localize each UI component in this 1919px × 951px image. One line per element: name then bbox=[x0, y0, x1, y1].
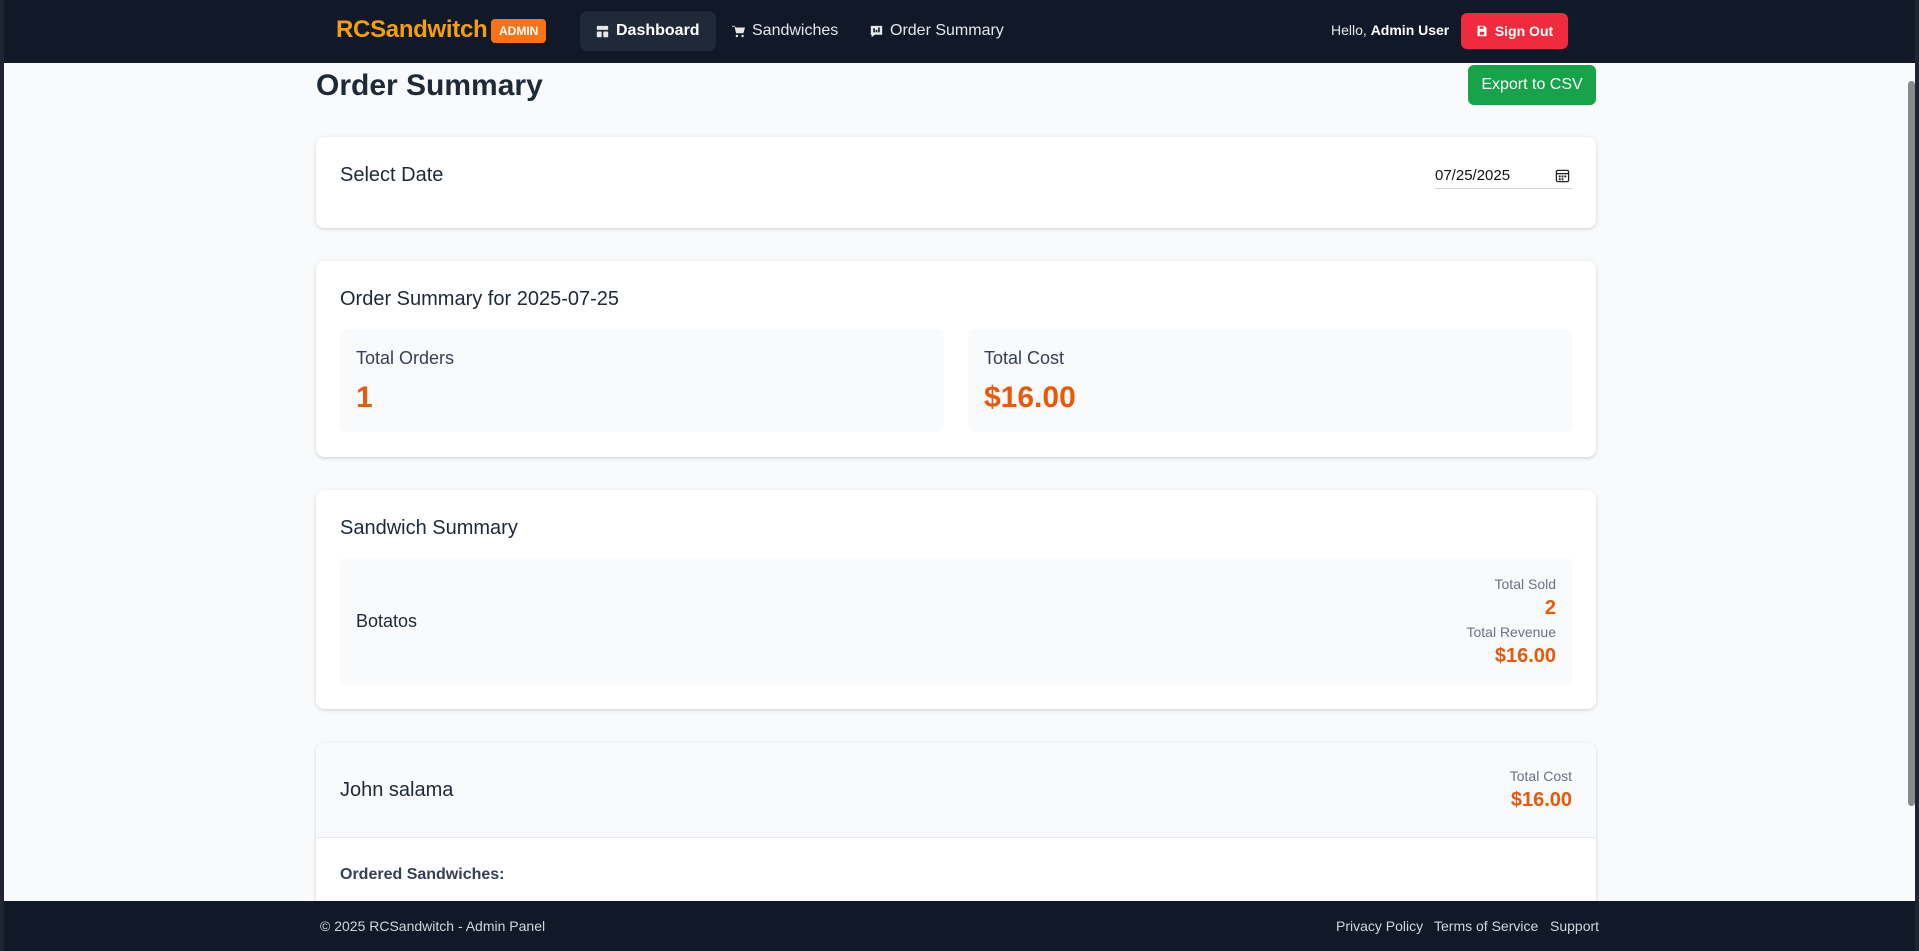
total-revenue-label: Total Revenue bbox=[1466, 624, 1556, 640]
nav-link-order-summary[interactable]: Order Summary bbox=[854, 11, 1020, 51]
date-input[interactable]: 07/25/2025 bbox=[1435, 163, 1572, 189]
window-border-right bbox=[1915, 0, 1919, 951]
total-orders-box: Total Orders 1 bbox=[340, 329, 944, 432]
total-sold-label: Total Sold bbox=[1494, 576, 1556, 592]
brand-logo-text[interactable]: RCSandwitch bbox=[336, 16, 488, 44]
date-select-card: Select Date 07/25/2025 bbox=[316, 137, 1596, 228]
total-cost-value: $16.00 bbox=[984, 381, 1076, 414]
window-border-left bbox=[0, 0, 4, 951]
page-scrollbar[interactable] bbox=[1908, 63, 1915, 901]
order-total-cost-label: Total Cost bbox=[1509, 768, 1572, 784]
total-revenue-value: $16.00 bbox=[1494, 645, 1556, 667]
nav-link-label: Dashboard bbox=[616, 22, 700, 39]
order-summary-heading: Order Summary for 2025-07-25 bbox=[340, 288, 620, 310]
date-input-value: 07/25/2025 bbox=[1435, 167, 1511, 184]
nav-link-label: Sandwiches bbox=[752, 22, 839, 39]
total-sold-value: 2 bbox=[1544, 597, 1556, 619]
nav-link-dashboard[interactable]: Dashboard bbox=[580, 11, 716, 51]
user-greeting: Hello, Admin User bbox=[1331, 22, 1449, 38]
ordered-sandwiches-label: Ordered Sandwiches: bbox=[340, 866, 505, 883]
sandwich-summary-card: Sandwich Summary Botatos Total Sold 2 To… bbox=[316, 490, 1596, 709]
footer-copyright: © 2025 RCSandwitch - Admin Panel bbox=[320, 918, 546, 934]
summary-icon bbox=[870, 25, 883, 37]
footer-link-support[interactable]: Support bbox=[1550, 918, 1599, 934]
top-navbar: RCSandwitch ADMIN Dashboard Sandwiches O… bbox=[0, 0, 1919, 63]
total-cost-label: Total Cost bbox=[984, 348, 1065, 368]
sign-out-label: Sign Out bbox=[1494, 23, 1554, 39]
greeting-prefix: Hello, bbox=[1331, 22, 1367, 38]
list-item: Botatos Total Sold 2 Total Revenue $16.0… bbox=[340, 558, 1572, 685]
total-orders-label: Total Orders bbox=[356, 348, 455, 368]
order-total-cost-value: $16.00 bbox=[1510, 789, 1572, 811]
calendar-icon[interactable] bbox=[1555, 168, 1570, 183]
scrollbar-thumb[interactable] bbox=[1908, 81, 1915, 806]
user-name: Admin User bbox=[1370, 22, 1450, 38]
footer-link-privacy[interactable]: Privacy Policy bbox=[1336, 918, 1423, 934]
export-csv-button[interactable]: Export to CSV bbox=[1468, 65, 1596, 105]
sign-out-button[interactable]: Sign Out bbox=[1461, 13, 1568, 49]
nav-link-sandwiches[interactable]: Sandwiches bbox=[716, 11, 854, 51]
dashboard-icon bbox=[596, 25, 609, 37]
customer-order-header: John salama Total Cost $16.00 bbox=[316, 743, 1596, 838]
page-title: Order Summary bbox=[316, 69, 543, 102]
date-select-title: Select Date bbox=[340, 164, 444, 186]
total-cost-box: Total Cost $16.00 bbox=[968, 329, 1572, 432]
sandwich-stats: Total Sold 2 Total Revenue $16.00 bbox=[1466, 575, 1556, 671]
order-summary-card: Order Summary for 2025-07-25 Total Order… bbox=[316, 261, 1596, 457]
cart-icon bbox=[732, 25, 745, 37]
sandwich-summary-heading: Sandwich Summary bbox=[340, 517, 518, 539]
page-footer: © 2025 RCSandwitch - Admin Panel Privacy… bbox=[0, 901, 1919, 951]
total-orders-value: 1 bbox=[356, 381, 373, 414]
sign-out-icon bbox=[1477, 25, 1487, 37]
sandwich-name: Botatos bbox=[356, 611, 418, 631]
customer-name: John salama bbox=[340, 779, 454, 801]
order-cost: Total Cost $16.00 bbox=[1510, 767, 1572, 815]
nav-link-label: Order Summary bbox=[890, 22, 1004, 39]
admin-badge: ADMIN bbox=[491, 19, 547, 43]
footer-link-terms[interactable]: Terms of Service bbox=[1434, 918, 1538, 934]
